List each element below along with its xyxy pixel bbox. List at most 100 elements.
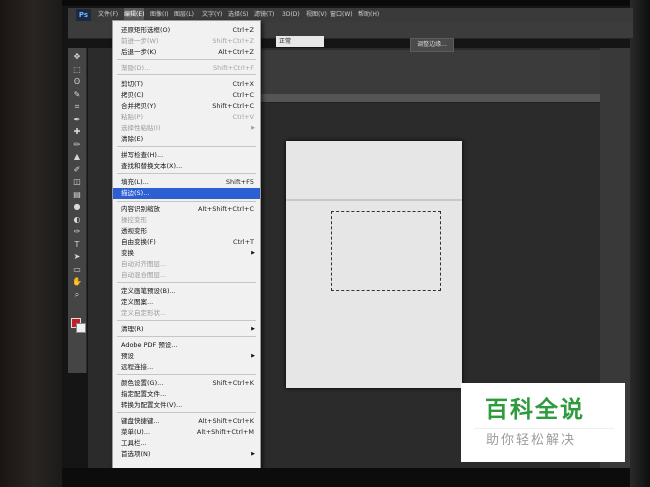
menu-item-label: 拼写检查(H)...	[121, 151, 164, 159]
menu-item-label: 远程连接...	[121, 363, 154, 371]
menu-item-label: 清理(R)	[121, 325, 144, 333]
refine-edge-button[interactable]: 调整边缘...	[410, 38, 454, 52]
menu-item-label: 自动混合图层...	[121, 271, 167, 279]
edit-menu-item[interactable]: 拼写检查(H)...	[113, 150, 260, 161]
edit-menu-item[interactable]: 键盘快捷键... Alt+Shift+Ctrl+K	[113, 416, 260, 427]
pen-icon[interactable]: ✑	[72, 227, 82, 237]
menu-8[interactable]: 视图(V)	[306, 8, 327, 22]
menu-item-shortcut: Alt+Shift+Ctrl+K	[198, 417, 254, 425]
edit-menu-item[interactable]: 拷贝(C) Ctrl+C	[113, 90, 260, 101]
gradient-icon[interactable]: ▤	[72, 190, 82, 200]
submenu-arrow-icon: ▶	[251, 250, 255, 256]
menu-separator	[117, 320, 256, 321]
menu-item-label: 内容识别缩放	[121, 205, 160, 213]
menu-item-label: 透视变形	[121, 227, 147, 235]
menu-item-shortcut: Shift+Ctrl+C	[212, 102, 254, 110]
edit-menu-item: 操控变形	[113, 215, 260, 226]
edit-menu-item[interactable]: 首选项(N) ▶	[113, 449, 260, 460]
menu-separator	[117, 282, 256, 283]
edit-menu-item[interactable]: 转换为配置文件(V)...	[113, 400, 260, 411]
eraser-icon[interactable]: ◫	[72, 177, 82, 187]
edit-menu-item[interactable]: 定义图案...	[113, 297, 260, 308]
menu-item-label: 前进一步(W)	[121, 37, 159, 45]
marquee-icon[interactable]: ⬚	[72, 65, 82, 75]
blur-icon[interactable]: ●	[72, 202, 82, 212]
path-select-icon[interactable]: ➤	[72, 252, 82, 262]
edit-menu-item[interactable]: 描边(S)...	[113, 188, 260, 199]
healing-icon[interactable]: ✚	[72, 127, 82, 137]
menu-item-label: 剪切(T)	[121, 80, 144, 88]
edit-menu-item[interactable]: 指定配置文件...	[113, 389, 260, 400]
edit-menu-item[interactable]: 后退一步(K) Alt+Ctrl+Z	[113, 47, 260, 58]
edit-menu-item[interactable]: 合并拷贝(Y) Shift+Ctrl+C	[113, 101, 260, 112]
edit-menu-item[interactable]: 还原矩形选框(O) Ctrl+Z	[113, 25, 260, 36]
edit-menu-item[interactable]: 填充(L)... Shift+F5	[113, 177, 260, 188]
eyedropper-icon[interactable]: ✒	[72, 115, 82, 125]
stamp-icon[interactable]: ▲	[72, 152, 82, 162]
brush-icon[interactable]: ✏	[72, 140, 82, 150]
canvas-guide-line	[286, 199, 462, 201]
menu-separator	[117, 74, 256, 75]
menu-item-shortcut: Shift+F5	[225, 178, 254, 186]
shape-icon[interactable]: ▭	[72, 265, 82, 275]
menu-item-label: Adobe PDF 预设...	[121, 341, 178, 349]
menu-item-label: 清除(E)	[121, 135, 144, 143]
edit-menu-item[interactable]: 剪切(T) Ctrl+X	[113, 79, 260, 90]
zoom-icon[interactable]: ⌕	[72, 290, 82, 300]
dodge-icon[interactable]: ◐	[72, 215, 82, 225]
menu-item-label: 拷贝(C)	[121, 91, 144, 99]
edit-menu-item[interactable]: 颜色设置(G)... Shift+Ctrl+K	[113, 378, 260, 389]
menu-item-label: 渐隐(D)...	[121, 64, 151, 72]
history-brush-icon[interactable]: ✐	[72, 165, 82, 175]
style-select[interactable]: 正常	[276, 36, 324, 47]
edit-menu-item[interactable]: 预设 ▶	[113, 351, 260, 362]
lasso-icon[interactable]: ʘ	[72, 77, 82, 87]
menu-item-shortcut: Alt+Shift+Ctrl+C	[197, 205, 254, 213]
edit-menu-item[interactable]: 自由变换(F) Ctrl+T	[113, 237, 260, 248]
move-icon[interactable]: ✥	[72, 52, 82, 62]
menu-item-label: 指定配置文件...	[121, 390, 167, 398]
watermark-divider	[474, 428, 614, 429]
edit-menu-item[interactable]: 清理(R) ▶	[113, 324, 260, 335]
edit-menu-item[interactable]: 内容识别缩放 Alt+Shift+Ctrl+C	[113, 204, 260, 215]
hand-icon[interactable]: ✋	[72, 277, 82, 287]
menu-7[interactable]: 3D(D)	[282, 8, 300, 22]
edit-menu-item[interactable]: 查找和替换文本(X)...	[113, 161, 260, 172]
menu-item-label: 首选项(N)	[121, 450, 151, 458]
menu-item-shortcut: Ctrl+V	[232, 113, 254, 121]
edit-menu-item[interactable]: Adobe PDF 预设...	[113, 340, 260, 351]
menu-separator	[117, 146, 256, 147]
menu-item-shortcut: Ctrl+T	[233, 238, 254, 246]
menu-item-label: 后退一步(K)	[121, 48, 157, 56]
menu-9[interactable]: 窗口(W)	[330, 8, 353, 22]
menu-item-label: 查找和替换文本(X)...	[121, 162, 183, 170]
edit-menu-item[interactable]: 菜单(U)... Alt+Shift+Ctrl+M	[113, 427, 260, 438]
edit-menu-item[interactable]: 工具栏...	[113, 438, 260, 449]
menu-item-label: 定义画笔预设(B)...	[121, 287, 176, 295]
edit-menu-item[interactable]: 清除(E)	[113, 134, 260, 145]
edit-menu-item[interactable]: 远程连接...	[113, 362, 260, 373]
edit-menu-item[interactable]: 定义画笔预设(B)...	[113, 286, 260, 297]
menu-item-label: 颜色设置(G)...	[121, 379, 164, 387]
type-icon[interactable]: T	[72, 240, 82, 250]
background-color-swatch[interactable]	[76, 323, 86, 333]
menu-item-label: 描边(S)...	[121, 189, 150, 197]
menu-separator	[117, 173, 256, 174]
menu-10[interactable]: 帮助(H)	[358, 8, 379, 22]
monitor-bezel-left	[0, 0, 62, 487]
edit-menu-item[interactable]: 透视变形	[113, 226, 260, 237]
menu-item-label: 粘贴(P)	[121, 113, 143, 121]
edit-menu-item[interactable]: 变换 ▶	[113, 248, 260, 259]
edit-menu-item: 自动对齐图层...	[113, 259, 260, 270]
edit-menu-item: 前进一步(W) Shift+Ctrl+Z	[113, 36, 260, 47]
submenu-arrow-icon: ▶	[251, 451, 255, 457]
quick-select-icon[interactable]: ✎	[72, 90, 82, 100]
menu-separator	[117, 59, 256, 60]
menu-item-label: 选择性粘贴(I)	[121, 124, 161, 132]
menu-separator	[117, 412, 256, 413]
submenu-arrow-icon: ▶	[251, 326, 255, 332]
menu-item-label: 工具栏...	[121, 439, 147, 447]
crop-icon[interactable]: ⌗	[72, 102, 82, 112]
marquee-selection[interactable]	[331, 211, 441, 291]
monitor-bezel-bottom	[62, 468, 630, 487]
